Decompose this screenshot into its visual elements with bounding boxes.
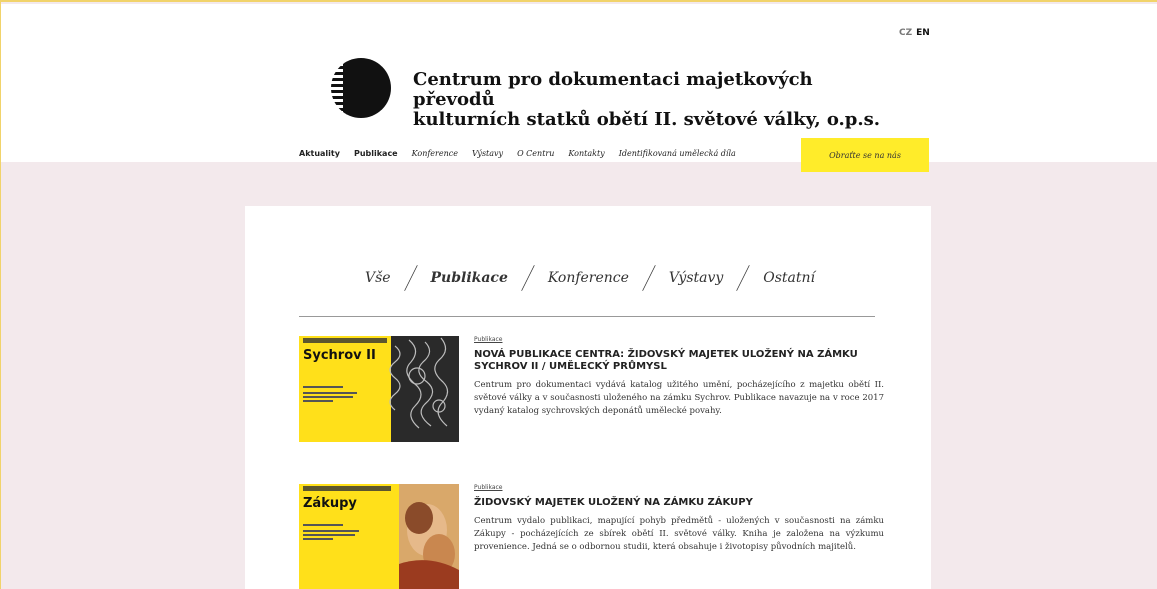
filter-ostatni[interactable]: Ostatní: [763, 270, 815, 286]
category-filter: Vše Publikace Konference Výstavy Ostatní: [365, 258, 815, 298]
page: CZ EN Centrum pro dokumentaci majetkovýc…: [0, 0, 1157, 589]
article-title[interactable]: NOVÁ PUBLIKACE CENTRA: ŽIDOVSKÝ MAJETEK …: [474, 349, 884, 373]
nav-item-identifikovana-dila[interactable]: Identifikovaná umělecká díla: [619, 149, 736, 158]
nav-item-konference[interactable]: Konference: [412, 149, 458, 158]
nav-item-o-centru[interactable]: O Centru: [517, 149, 554, 158]
article-description: Centrum vydalo publikaci, mapující pohyb…: [474, 516, 884, 552]
site-title-line1: Centrum pro dokumentaci majetkových přev…: [413, 69, 813, 110]
site-title-line2: kulturních statků obětí II. světové válk…: [413, 109, 881, 130]
divider: [299, 316, 875, 317]
main-nav: Aktuality Publikace Konference Výstavy O…: [299, 149, 736, 158]
separator-slash-icon: [736, 265, 751, 291]
nav-item-vystavy[interactable]: Výstavy: [472, 149, 503, 158]
site-logo[interactable]: [329, 56, 393, 120]
filter-publikace[interactable]: Publikace: [431, 270, 508, 286]
lang-cz-link[interactable]: CZ: [899, 28, 912, 38]
separator-slash-icon: [642, 265, 656, 291]
header: CZ EN Centrum pro dokumentaci majetkovýc…: [1, 4, 1157, 172]
article-item: Zákupy Publikace ŽIDOVSKÝ MAJETEK ULOŽEN…: [299, 484, 885, 589]
article-text: Publikace NOVÁ PUBLIKACE CENTRA: ŽIDOVSK…: [474, 336, 884, 418]
book-cover-title: Sychrov II: [303, 348, 376, 363]
article-description: Centrum pro dokumentaci vydává katalog u…: [474, 380, 884, 416]
site-title[interactable]: Centrum pro dokumentaci majetkových přev…: [413, 70, 883, 130]
filter-konference[interactable]: Konference: [548, 270, 629, 286]
nav-item-publikace[interactable]: Publikace: [354, 149, 398, 158]
language-switcher: CZ EN: [899, 28, 930, 38]
contact-button[interactable]: Obraťte se na nás: [801, 138, 929, 172]
filter-all[interactable]: Vše: [365, 270, 391, 286]
logo-icon: [331, 58, 391, 118]
article-category-link[interactable]: Publikace: [474, 484, 884, 491]
article-text: Publikace ŽIDOVSKÝ MAJETEK ULOŽENÝ NA ZÁ…: [474, 484, 884, 554]
separator-slash-icon: [521, 265, 535, 291]
nav-item-aktuality[interactable]: Aktuality: [299, 149, 340, 158]
article-item: Sychrov II Publikace NOVÁ PUBLIKACE CENT…: [299, 336, 885, 446]
filter-vystavy[interactable]: Výstavy: [669, 270, 723, 286]
book-cover-title: Zákupy: [303, 496, 357, 511]
article-thumbnail[interactable]: Sychrov II: [299, 336, 459, 442]
article-category-link[interactable]: Publikace: [474, 336, 884, 343]
lang-en-link[interactable]: EN: [916, 28, 930, 38]
content-card: Vše Publikace Konference Výstavy Ostatní: [245, 206, 931, 589]
separator-slash-icon: [403, 265, 418, 291]
article-title[interactable]: ŽIDOVSKÝ MAJETEK ULOŽENÝ NA ZÁMKU ZÁKUPY: [474, 497, 884, 509]
nav-item-kontakty[interactable]: Kontakty: [568, 149, 604, 158]
article-thumbnail[interactable]: Zákupy: [299, 484, 459, 589]
